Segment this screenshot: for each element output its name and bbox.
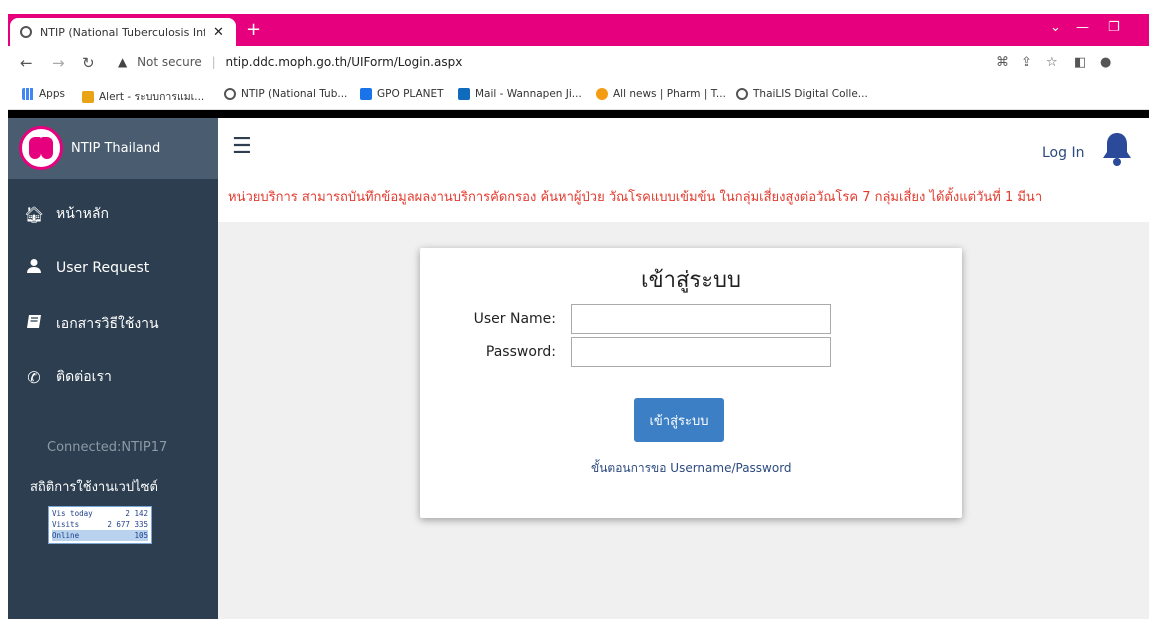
address-separator: |	[211, 55, 216, 69]
apps-grid-icon	[22, 88, 34, 100]
counter-label: Vis today	[52, 509, 93, 518]
bookmark-all-news[interactable]: All news | Pharm | T...	[596, 88, 726, 100]
star-icon[interactable]: ☆	[1046, 55, 1058, 70]
counter-row: Visits 2 677 335	[52, 519, 148, 530]
user-icon	[24, 258, 44, 278]
bookmark-label: Apps	[39, 88, 65, 100]
counter-value: 2 142	[125, 509, 148, 518]
counter-row: Online 105	[52, 530, 148, 541]
globe-icon	[224, 88, 236, 100]
sidebar-item-contact[interactable]: ✆ ติดต่อเรา	[24, 366, 112, 388]
counter-value: 2 677 335	[107, 520, 148, 529]
translate-icon[interactable]: ⌘	[996, 55, 1009, 70]
bookmark-thailis[interactable]: ThaiLIS Digital Colle...	[736, 88, 868, 100]
bookmark-label: GPO PLANET	[377, 88, 444, 100]
home-icon: 🏠︎	[24, 204, 45, 224]
sidebar-item-home[interactable]: 🏠︎ หน้าหลัก	[24, 203, 109, 225]
globe-icon	[736, 88, 748, 100]
stats-title: สถิติการใช้งานเวปไซต์	[30, 480, 158, 495]
gpo-planet-icon	[360, 88, 372, 100]
connection-status: Connected:NTIP17	[47, 440, 168, 455]
book-icon	[24, 314, 44, 334]
bookmark-label: Mail - Wannapen Ji...	[475, 88, 582, 100]
lungs-logo-icon	[19, 126, 63, 170]
username-input[interactable]	[571, 304, 831, 334]
login-link[interactable]: Log In	[1042, 145, 1084, 161]
sidebar-item-label: ติดต่อเรา	[56, 369, 112, 385]
mail-icon	[458, 88, 470, 100]
alert-site-icon	[82, 90, 94, 103]
sidebar-item-label: หน้าหลัก	[56, 206, 109, 222]
close-icon[interactable]: ✕	[213, 25, 224, 40]
announcement-marquee: หน่วยบริการ สามารถบันทึกข้อมูลผลงานบริกา…	[228, 190, 1043, 205]
bookmark-label: ThaiLIS Digital Colle...	[753, 88, 868, 100]
login-submit-button[interactable]: เข้าสู่ระบบ	[634, 398, 724, 442]
bookmark-label: Alert - ระบบการแมเ...	[99, 91, 205, 103]
back-icon[interactable]: ←	[20, 54, 33, 72]
new-tab-button[interactable]: +	[246, 19, 261, 40]
counter-value: 105	[134, 531, 148, 540]
sidebar-item-label: เอกสารวิธีใช้งาน	[56, 316, 159, 332]
bookmark-alert[interactable]: Alert - ระบบการแมเ...	[82, 88, 204, 105]
brand-name: NTIP Thailand	[71, 141, 161, 156]
reload-icon[interactable]: ↻	[82, 54, 95, 72]
password-input[interactable]	[571, 337, 831, 367]
warning-icon: ▲	[118, 55, 128, 69]
browser-tab[interactable]: NTIP (National Tuberculosis Infor ✕	[10, 18, 236, 46]
sidebar-item-user-request[interactable]: User Request	[24, 258, 149, 278]
address-bar[interactable]: ▲ Not secure | ntip.ddc.moph.go.th/UIFor…	[118, 55, 462, 69]
bookmark-apps[interactable]: Apps	[22, 88, 65, 100]
globe-icon	[20, 26, 32, 38]
counter-label: Online	[52, 531, 80, 540]
url-text: ntip.ddc.moph.go.th/UIForm/Login.aspx	[225, 55, 463, 69]
restore-icon[interactable]: ❐	[1108, 20, 1120, 35]
news-icon	[596, 88, 608, 100]
share-icon[interactable]: ⇪	[1021, 55, 1032, 70]
bookmark-mail[interactable]: Mail - Wannapen Ji...	[458, 88, 582, 100]
sidepanel-icon[interactable]: ◧	[1074, 55, 1086, 70]
chevron-down-icon[interactable]: ⌄	[1050, 20, 1061, 35]
minimize-icon[interactable]: —	[1076, 20, 1089, 35]
sidebar-item-manual[interactable]: เอกสารวิธีใช้งาน	[24, 313, 159, 335]
bookmark-gpo-planet[interactable]: GPO PLANET	[360, 88, 444, 100]
username-label: User Name:	[473, 311, 556, 327]
menu-toggle-icon[interactable]: ☰	[232, 134, 252, 159]
request-credentials-link[interactable]: ขั้นตอนการขอ Username/Password	[591, 459, 792, 478]
bookmark-label: All news | Pharm | T...	[613, 88, 726, 100]
tab-title: NTIP (National Tuberculosis Infor	[40, 25, 205, 39]
profile-icon[interactable]: ●	[1100, 55, 1111, 70]
security-status: Not secure	[137, 55, 202, 69]
bookmark-label: NTIP (National Tub...	[241, 88, 348, 100]
visitor-counter[interactable]: Vis today 2 142 Visits 2 677 335 Online …	[48, 506, 152, 544]
page-top-border	[8, 110, 1149, 118]
password-label: Password:	[485, 344, 556, 360]
bookmark-ntip[interactable]: NTIP (National Tub...	[224, 88, 347, 100]
login-title: เข้าสู่ระบบ	[641, 268, 741, 293]
phone-icon: ✆	[27, 367, 41, 387]
forward-icon[interactable]: →	[52, 54, 65, 72]
bell-icon[interactable]	[1100, 130, 1134, 168]
sidebar-item-label: User Request	[56, 260, 150, 276]
counter-row: Vis today 2 142	[52, 508, 148, 519]
counter-label: Visits	[52, 520, 80, 529]
